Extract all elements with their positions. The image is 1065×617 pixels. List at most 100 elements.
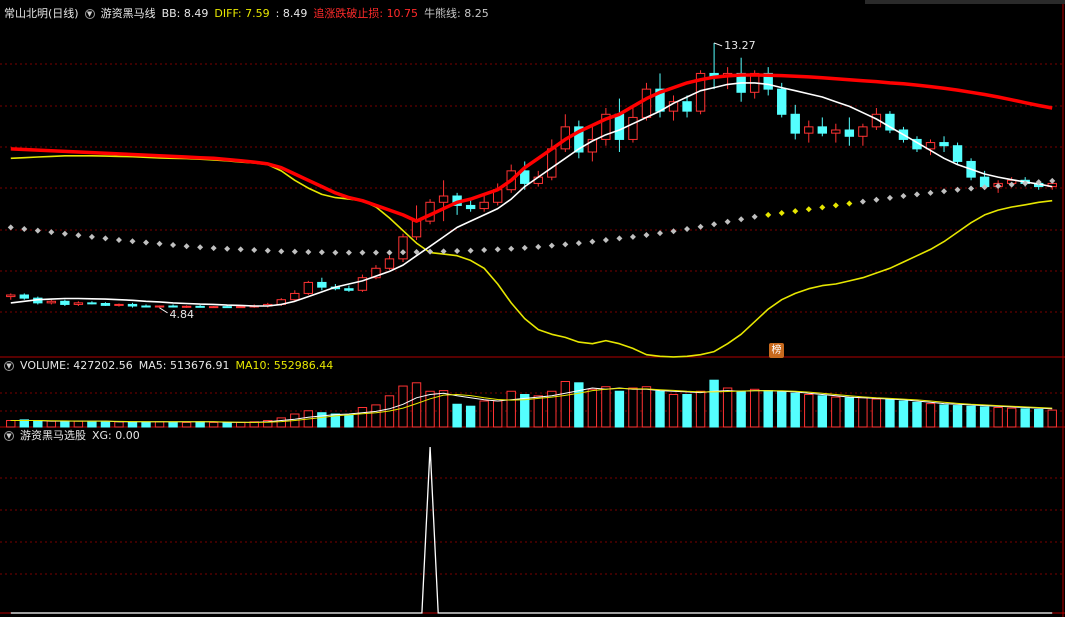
dot-marker: [724, 218, 731, 225]
volume-dropdown-icon[interactable]: ▼: [4, 361, 14, 371]
candle-body: [73, 302, 84, 305]
volume-bar: [817, 395, 827, 428]
volume-bar: [601, 386, 611, 428]
candle-body: [208, 306, 219, 309]
volume-bar: [560, 381, 571, 428]
volume-bar: [6, 420, 16, 428]
dot-marker: [765, 211, 772, 218]
extra-value: : 8.49: [275, 7, 308, 20]
stock-chart[interactable]: 13.27 4.84: [0, 0, 1065, 617]
volume-bar: [492, 400, 503, 428]
dot-marker: [129, 238, 136, 245]
bb-value: 8.49: [183, 7, 209, 20]
volume-bar: [317, 412, 327, 428]
volume-bar: [939, 404, 949, 428]
dot-marker: [318, 249, 325, 256]
dot-marker: [197, 244, 204, 251]
low-price-label: 4.84: [170, 308, 195, 321]
white-line: [10, 82, 1053, 307]
candle-body: [100, 302, 111, 306]
dot-marker: [251, 247, 258, 254]
candle-body: [317, 281, 327, 288]
volume-bar: [465, 405, 476, 428]
volume-bar: [452, 403, 462, 428]
volume-bar: [831, 396, 841, 428]
dot-marker: [494, 246, 501, 253]
candle-body: [398, 236, 408, 260]
volume-bar: [668, 394, 679, 428]
candle-body: [641, 88, 652, 118]
dot-marker: [427, 248, 434, 255]
volume-bar: [804, 394, 814, 428]
volume-bar: [898, 400, 909, 428]
dot-marker: [968, 185, 975, 192]
dot-marker: [873, 196, 880, 203]
volume-bar: [344, 414, 354, 428]
dot-marker: [738, 216, 745, 223]
volume-bar: [790, 392, 800, 428]
dot-marker: [805, 206, 812, 213]
dot-marker: [143, 239, 150, 246]
candle-body: [844, 129, 855, 137]
dot-marker: [170, 242, 177, 249]
candle-body: [777, 88, 787, 115]
candle-body: [479, 201, 489, 210]
candle-body: [817, 126, 827, 134]
volume-bar: [736, 390, 746, 428]
diff-value: 7.59: [245, 7, 270, 20]
candle-body: [952, 145, 963, 162]
candle-body: [6, 294, 16, 298]
volume-bar: [141, 421, 151, 428]
volume-bar: [357, 407, 368, 428]
candle-body: [547, 148, 557, 178]
rank-badge[interactable]: 榜: [769, 343, 784, 358]
volume-bar: [614, 390, 625, 428]
dot-marker: [927, 189, 934, 196]
xg-value: 0.00: [115, 429, 140, 442]
volume-bar: [168, 421, 178, 428]
dot-marker: [562, 241, 569, 248]
dot-marker: [305, 248, 312, 255]
bull-value: 8.25: [464, 7, 489, 20]
indicator-dropdown-icon[interactable]: ▼: [84, 9, 95, 19]
candle-body: [438, 195, 449, 203]
candle-body: [87, 302, 97, 305]
dot-marker: [819, 204, 826, 211]
dot-marker: [548, 242, 555, 249]
dot-marker: [575, 240, 582, 247]
diff-label: DIFF:: [214, 7, 242, 20]
ma10-label: MA10:: [235, 359, 271, 372]
top-toolbar-strip: [865, 0, 1065, 4]
dot-marker: [900, 193, 907, 199]
volume-bar: [60, 420, 70, 428]
candle-body: [127, 303, 138, 307]
candle-body: [682, 101, 692, 112]
candle-body: [46, 300, 57, 304]
red-line: [10, 73, 1053, 223]
dot-marker: [291, 248, 298, 255]
volume-bar: [1047, 409, 1057, 428]
volume-bar: [371, 404, 381, 428]
ma5-label: MA5:: [138, 359, 167, 372]
signal-dropdown-icon[interactable]: ▼: [4, 431, 14, 441]
dot-marker: [941, 188, 948, 195]
stop-label: 追涨跌破止损:: [313, 7, 384, 20]
dot-marker: [102, 235, 109, 242]
high-pointer: [713, 42, 723, 47]
volume-bar: [154, 421, 165, 428]
candle-body: [19, 294, 29, 299]
indicator-name: 游资黑马线: [100, 7, 156, 20]
dot-marker: [521, 244, 528, 251]
volume-bar: [763, 390, 773, 428]
dot-marker: [602, 237, 609, 243]
volume-bar: [844, 397, 855, 428]
dot-marker: [7, 224, 14, 231]
dot-marker: [359, 249, 366, 256]
volume-bar: [993, 407, 1003, 428]
volume-bar: [222, 421, 232, 428]
dot-marker: [386, 249, 393, 256]
dot-marker: [467, 247, 474, 254]
volume-bar: [236, 421, 246, 428]
volume-bar: [574, 382, 584, 428]
candle-body: [236, 306, 246, 309]
